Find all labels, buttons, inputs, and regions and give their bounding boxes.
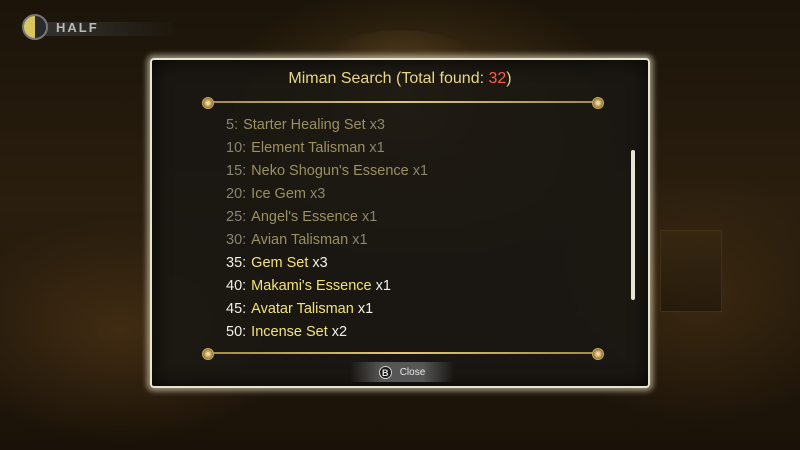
reward-threshold: 5: [226,117,239,133]
reward-quantity: x1 [412,163,429,179]
reward-threshold: 25: [226,209,247,225]
top-divider [208,101,596,103]
reward-quantity: x3 [312,255,328,271]
reward-name: Avian Talisman [251,232,349,248]
moon-phase-hud: HALF [22,12,172,42]
reward-item: 25: Angel's Essence x1 [226,206,586,229]
scrollbar-thumb[interactable] [631,150,635,300]
reward-name: Angel's Essence [251,209,358,225]
reward-quantity: x1 [369,140,385,156]
reward-name: Gem Set [251,255,309,271]
reward-quantity: x2 [331,324,348,340]
reward-quantity: x3 [310,186,326,202]
moon-phase-label: HALF [56,19,99,35]
reward-item: 35: Gem Set x3 [226,252,586,275]
total-found-count: 32 [488,70,507,87]
reward-name: Avatar Talisman [251,301,354,317]
reward-name: Element Talisman [251,140,366,156]
close-label: Close [399,366,426,378]
reward-threshold: 35: [226,255,247,271]
list-scrollbar[interactable] [631,150,635,300]
reward-threshold: 15: [226,163,247,179]
divider-knob-icon [202,97,214,109]
reward-name: Makami's Essence [251,278,372,294]
reward-name: Neko Shogun's Essence [251,163,409,179]
reward-list: 5: Starter Healing Set x3 10: Element Tali… [226,114,586,344]
reward-item: 45: Avatar Talisman x1 [226,298,586,321]
reward-item: 5: Starter Healing Set x3 [226,114,586,137]
reward-quantity: x1 [375,278,391,294]
reward-quantity: x1 [361,209,378,225]
background-chest [660,230,722,312]
reward-threshold: 45: [226,301,247,317]
title-prefix: Miman Search (Total found: [288,70,489,87]
divider-knob-icon [592,348,604,360]
divider-knob-icon [592,97,604,109]
dialog-title: Miman Search (Total found: 32) [152,70,648,88]
reward-quantity: x1 [352,232,368,248]
reward-item: 30: Avian Talisman x1 [226,229,586,252]
reward-threshold: 10: [226,140,247,156]
reward-item: 15: Neko Shogun's Essence x1 [226,160,586,183]
hud-bar [32,22,172,36]
reward-threshold: 50: [226,324,247,340]
reward-item: 50: Incense Set x2 [226,321,586,344]
reward-threshold: 40: [226,278,247,294]
reward-item: 20: Ice Gem x3 [226,183,586,206]
half-moon-icon [22,14,48,40]
b-button-icon: B [378,365,392,379]
title-suffix: ) [506,70,512,87]
reward-name: Incense Set [251,324,328,340]
miman-search-dialog: Miman Search (Total found: 32) 5: Starter… [150,58,650,388]
reward-item: 10: Element Talisman x1 [226,137,586,160]
close-button[interactable]: B Close [350,362,454,382]
reward-item: 40: Makami's Essence x1 [226,275,586,298]
reward-name: Starter Healing Set [243,117,366,133]
divider-knob-icon [202,348,214,360]
reward-quantity: x1 [357,301,374,317]
reward-quantity: x3 [369,117,385,133]
reward-threshold: 30: [226,232,247,248]
reward-threshold: 20: [226,186,247,202]
bottom-divider [208,352,596,354]
reward-name: Ice Gem [251,186,306,202]
